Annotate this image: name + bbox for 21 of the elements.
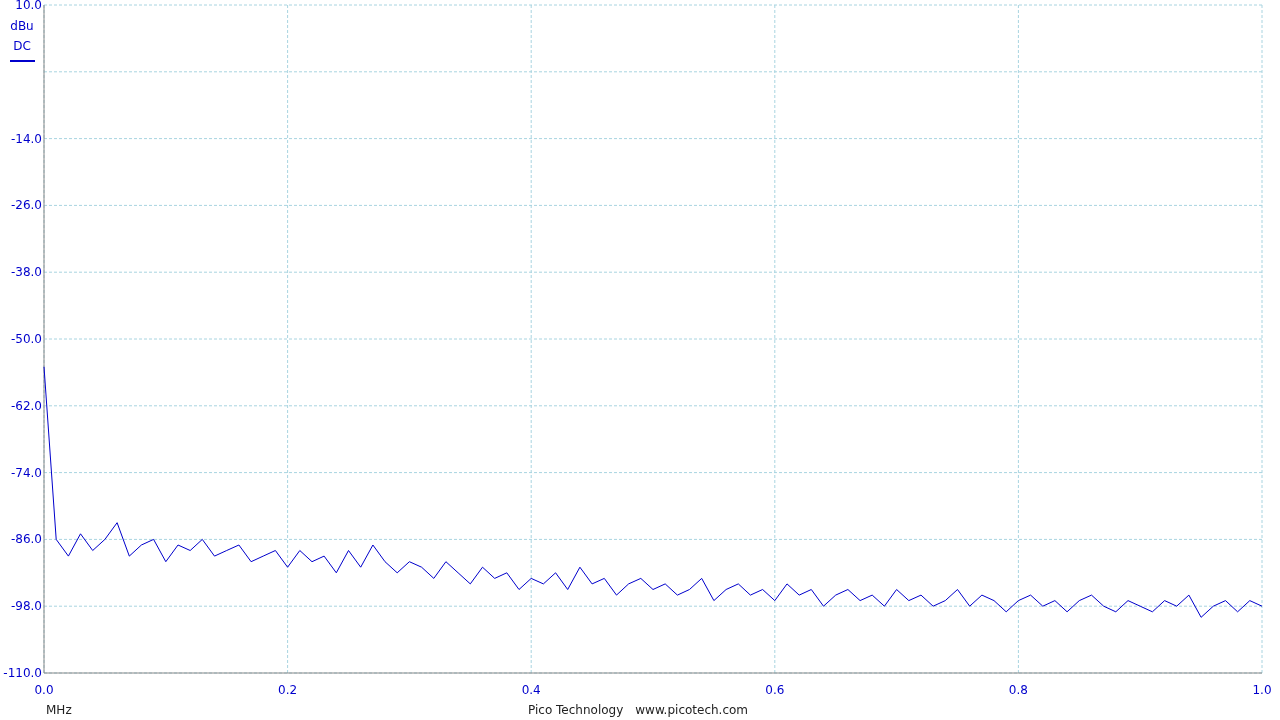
x-tick-label: 0.8: [1008, 683, 1028, 697]
y-tick-label: -14.0: [10, 131, 42, 146]
y-tick-label: -38.0: [10, 265, 42, 280]
y-tick-label: -62.0: [10, 398, 42, 413]
x-tick-label: 0.0: [34, 683, 54, 697]
y-tick-label: 10.0: [15, 0, 42, 12]
website-text: www.picotech.com: [635, 703, 749, 717]
unit-label: dBu: [10, 19, 34, 33]
x-axis-unit: MHz: [46, 703, 72, 717]
y-tick-label: -110.0: [3, 666, 42, 680]
x-tick-label: 0.6: [765, 683, 785, 697]
company-name: Pico Technology: [528, 703, 624, 717]
x-tick-label: 1.0: [1252, 683, 1272, 697]
y-tick-label: -50.0: [10, 332, 42, 346]
x-tick-label: 0.2: [278, 683, 298, 697]
x-tick-label: 0.4: [521, 683, 541, 697]
coupling-label: DC: [13, 39, 31, 53]
y-tick-label: -86.0: [10, 532, 42, 547]
y-tick-label: -98.0: [10, 599, 42, 614]
y-tick-label: -74.0: [10, 465, 42, 480]
y-tick-label: -26.0: [10, 198, 42, 213]
